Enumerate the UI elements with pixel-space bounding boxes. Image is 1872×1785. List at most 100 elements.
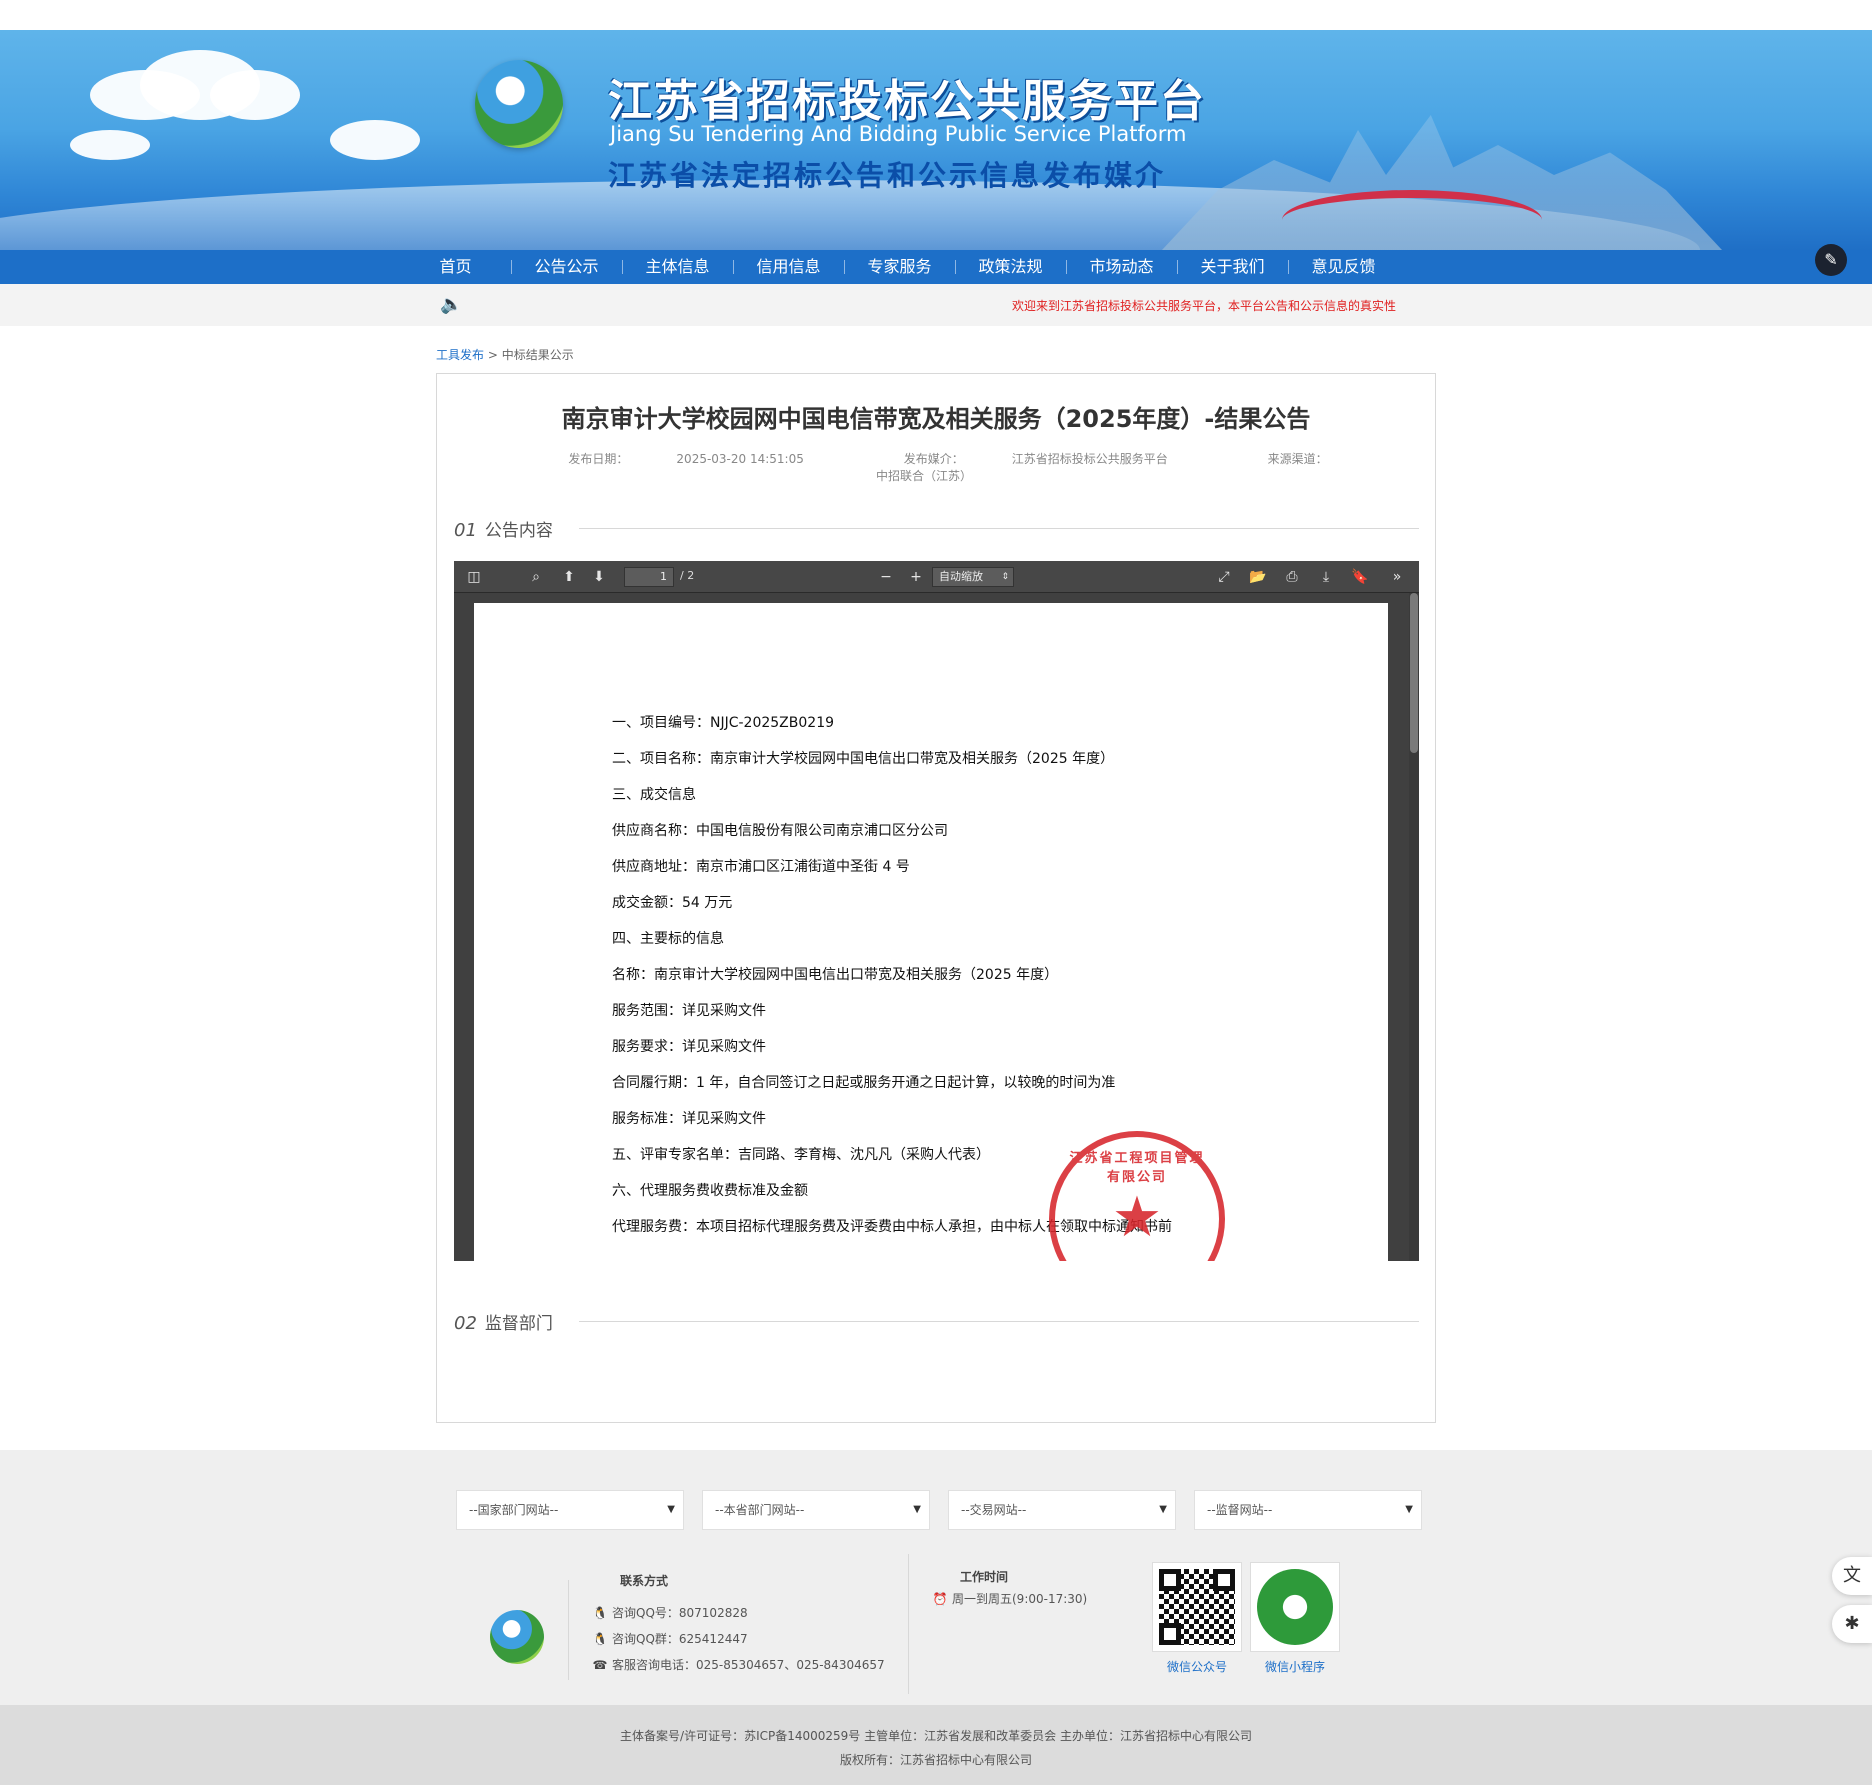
meta-media: 江苏省招标投标公共服务平台 — [1011, 452, 1168, 466]
arrow-up-icon[interactable]: ⬆ — [559, 567, 579, 587]
qr-corner — [1159, 1569, 1181, 1591]
print-icon[interactable]: ⎙ — [1282, 567, 1302, 587]
hours-text: 周一到周五(9:00-17:30) — [952, 1592, 1088, 1606]
arrow-down-icon[interactable]: ⬇ — [589, 567, 609, 587]
caret-down-icon: ▼ — [667, 1504, 675, 1515]
nav-item-experts[interactable]: 专家服务 — [844, 250, 955, 284]
mini-program-qr — [1250, 1562, 1340, 1652]
meta-source-label: 来源渠道： — [1267, 452, 1328, 466]
site-logo[interactable] — [475, 60, 563, 148]
qr-pattern — [1257, 1569, 1333, 1645]
open-file-icon[interactable]: 📂 — [1248, 567, 1268, 587]
nav-item-credit[interactable]: 信用信息 — [733, 250, 844, 284]
stadium-image — [1282, 190, 1542, 250]
minus-icon[interactable]: − — [876, 567, 896, 587]
meta-media-label: 发布媒介： — [903, 452, 964, 466]
wechat-account-qr — [1152, 1562, 1242, 1652]
sidebar-toggle-icon[interactable]: ◫ — [464, 567, 484, 587]
pdf-line: 服务范围：详见采购文件 — [612, 1003, 766, 1019]
contact-qq: 🐧 咨询QQ号：807102828 — [592, 1604, 748, 1621]
select-value: --交易网站-- — [961, 1503, 1027, 1517]
nav-item-home[interactable]: 首页 — [400, 250, 511, 284]
cloud-decoration — [70, 130, 150, 160]
breadcrumb-separator: > — [487, 348, 498, 362]
pdf-toolbar: ◫ ⌕ ⬆ ⬇ 1 / 2 − + 自动缩放 ⇕ ⤢ 📂 ⎙ ⤓ 🔖 » — [454, 561, 1419, 593]
share-network-icon[interactable]: ✱ — [1832, 1605, 1872, 1643]
nav-item-entities[interactable]: 主体信息 — [622, 250, 733, 284]
copyright-bar: 主体备案号/许可证号：苏ICP备14000259号 主管单位：江苏省发展和改革委… — [0, 1705, 1872, 1785]
main-nav: 首页 公告公示 主体信息 信用信息 专家服务 政策法规 市场动态 关于我们 意见… — [0, 250, 1872, 284]
caret-down-icon: ▼ — [1159, 1504, 1167, 1515]
zoom-select[interactable]: 自动缩放 ⇕ — [932, 567, 1014, 587]
pdf-line: 一、项目编号：NJJC-2025ZB0219 — [612, 715, 835, 731]
pdf-line: 服务标准：详见采购文件 — [612, 1111, 766, 1127]
cloud-decoration — [210, 70, 300, 120]
floating-edit-icon[interactable]: ✎ — [1815, 244, 1847, 276]
select-value: --国家部门网站-- — [469, 1503, 559, 1517]
meta-date: 2025-03-20 14:51:05 — [676, 452, 804, 466]
select-supervision-sites[interactable]: --监督网站-- ▼ — [1194, 1490, 1422, 1530]
scrollbar-thumb[interactable] — [1410, 593, 1418, 753]
translate-icon[interactable]: 文 — [1832, 1557, 1872, 1595]
article-meta: 发布日期： 2025-03-20 14:51:05 发布媒介： 江苏省招标投标公共服… — [437, 450, 1435, 484]
pdf-scrollbar[interactable] — [1409, 593, 1419, 1261]
search-icon[interactable]: ⌕ — [526, 567, 546, 587]
nav-item-policy[interactable]: 政策法规 — [955, 250, 1066, 284]
contact-phone-text: 客服咨询电话：025-85304657、025-84304657 — [612, 1658, 885, 1672]
cloud-decoration — [330, 120, 420, 160]
breadcrumb-link[interactable]: 工具发布 — [436, 348, 484, 362]
contact-phone: ☎ 客服咨询电话：025-85304657、025-84304657 — [592, 1656, 885, 1673]
double-chevron-right-icon[interactable]: » — [1387, 567, 1407, 587]
section-number: 01 — [454, 520, 477, 541]
pdf-line: 合同履行期：1 年，自合同签订之日起或服务开通之日起计算，以较晚的时间为准 — [612, 1075, 1116, 1091]
section-header-supervision: 02 监督部门 — [454, 1309, 1419, 1334]
nav-item-market[interactable]: 市场动态 — [1066, 250, 1177, 284]
nav-item-announcements[interactable]: 公告公示 — [511, 250, 622, 284]
company-seal-stamp: 江苏省工程项目管理有限公司 ★ — [1049, 1131, 1225, 1261]
pdf-line: 三、成交信息 — [612, 787, 696, 803]
select-national-sites[interactable]: --国家部门网站-- ▼ — [456, 1490, 684, 1530]
page-total: / 2 — [680, 569, 695, 582]
bookmark-icon[interactable]: 🔖 — [1350, 567, 1370, 587]
hours-line: ⏰ 周一到周五(9:00-17:30) — [932, 1590, 1088, 1607]
download-icon[interactable]: ⤓ — [1316, 567, 1336, 587]
stamp-text: 江苏省工程项目管理有限公司 — [1069, 1151, 1205, 1185]
section-header-content: 01 公告内容 — [454, 516, 1419, 541]
qr-corner — [1159, 1623, 1181, 1645]
nav-item-about[interactable]: 关于我们 — [1177, 250, 1288, 284]
footer-divider — [568, 1580, 569, 1680]
page-number-input[interactable]: 1 — [624, 567, 674, 587]
select-trading-sites[interactable]: --交易网站-- ▼ — [948, 1490, 1176, 1530]
pdf-page: 一、项目编号：NJJC-2025ZB0219 二、项目名称：南京审计大学校园网中… — [474, 603, 1388, 1261]
section-label: 公告内容 — [484, 521, 553, 541]
select-arrows-icon: ⇕ — [1001, 572, 1009, 582]
wechat-account-caption[interactable]: 微信公众号 — [1152, 1658, 1242, 1675]
pdf-line: 服务要求：详见采购文件 — [612, 1039, 766, 1055]
speaker-icon: 🔈 — [440, 294, 463, 315]
pdf-line: 供应商名称：中国电信股份有限公司南京浦口区分公司 — [612, 823, 948, 839]
article-panel: 南京审计大学校园网中国电信带宽及相关服务（2025年度）-结果公告 发布日期： 2… — [436, 373, 1436, 1423]
pdf-line: 供应商地址：南京市浦口区江浦街道中圣街 4 号 — [612, 859, 910, 875]
fullscreen-icon[interactable]: ⤢ — [1214, 567, 1234, 587]
pdf-line: 名称：南京审计大学校园网中国电信出口带宽及相关服务（2025 年度） — [612, 967, 1059, 983]
hours-title: 工作时间 — [960, 1570, 1009, 1584]
star-icon: ★ — [1111, 1185, 1163, 1250]
mini-program-caption[interactable]: 微信小程序 — [1250, 1658, 1340, 1675]
alarm-clock-icon: ⏰ — [932, 1592, 948, 1606]
notice-bar: 🔈 欢迎来到江苏省招标投标公共服务平台，本平台公告和公示信息的真实性 — [0, 284, 1872, 326]
breadcrumb-current: 中标结果公示 — [501, 348, 574, 362]
nav-item-feedback[interactable]: 意见反馈 — [1288, 250, 1399, 284]
section-number: 02 — [454, 1313, 477, 1334]
plus-icon[interactable]: + — [906, 567, 926, 587]
footer-divider — [908, 1554, 909, 1694]
page: 江苏省招标投标公共服务平台 Jiang Su Tendering And Bid… — [0, 0, 1872, 1785]
pdf-line: 二、项目名称：南京审计大学校园网中国电信出口带宽及相关服务（2025 年度） — [612, 751, 1115, 767]
footer: --国家部门网站-- ▼ --本省部门网站-- ▼ --交易网站-- ▼ --监督网站… — [0, 1450, 1872, 1705]
article-title: 南京审计大学校园网中国电信带宽及相关服务（2025年度）-结果公告 — [561, 405, 1311, 433]
site-title: 江苏省招标投标公共服务平台 — [608, 76, 1206, 127]
pdf-viewer[interactable]: ◫ ⌕ ⬆ ⬇ 1 / 2 − + 自动缩放 ⇕ ⤢ 📂 ⎙ ⤓ 🔖 » 一、项目… — [454, 561, 1419, 1261]
section-divider — [579, 528, 1419, 529]
select-provincial-sites[interactable]: --本省部门网站-- ▼ — [702, 1490, 930, 1530]
select-value: --本省部门网站-- — [715, 1503, 805, 1517]
select-value: --监督网站-- — [1207, 1503, 1273, 1517]
